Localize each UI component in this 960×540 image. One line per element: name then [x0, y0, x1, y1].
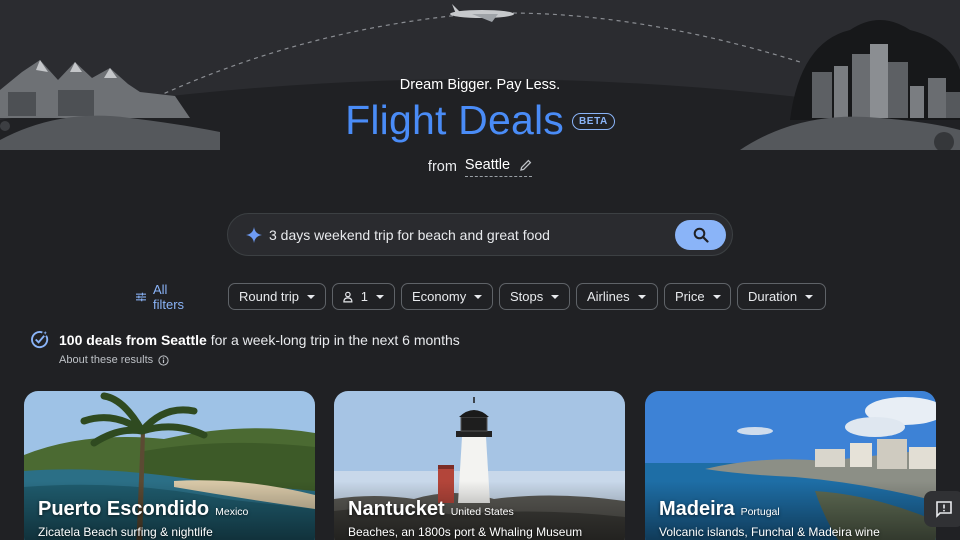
origin-city-label: Seattle: [464, 157, 511, 173]
beta-badge: BETA: [571, 112, 615, 130]
trip-type-label: Round trip: [239, 289, 299, 304]
passengers-count: 1: [360, 289, 368, 304]
sparkle-icon: [246, 226, 262, 243]
trip-type-dropdown[interactable]: Round trip: [228, 283, 326, 310]
tagline: Dream Bigger. Pay Less.: [399, 77, 561, 93]
tune-filter-icon: [136, 292, 146, 301]
price-dropdown[interactable]: Price: [664, 283, 731, 310]
destination-title: Puerto Escondido Mexico: [38, 498, 248, 521]
price-label: Price: [675, 289, 705, 304]
cabin-class-dropdown[interactable]: Economy: [401, 283, 493, 310]
destination-description: Zicatela Beach surfing & nightlife: [38, 525, 213, 539]
destination-card[interactable]: Nantucket United States Beaches, an 1800…: [334, 391, 625, 540]
stops-label: Stops: [510, 289, 544, 304]
results-headline: 100 deals from Seattle for a week-long t…: [30, 330, 460, 349]
info-icon: [158, 354, 169, 366]
about-results-label: About these results: [59, 354, 154, 366]
chevron-down-icon: [805, 294, 814, 299]
chevron-down-icon: [306, 294, 315, 299]
chevron-down-icon: [637, 294, 646, 299]
destination-description: Beaches, an 1800s port & Whaling Museum: [348, 525, 583, 539]
destination-city: Madeira: [659, 498, 735, 520]
airlines-label: Airlines: [587, 289, 630, 304]
destination-title: Nantucket United States: [348, 498, 514, 521]
passengers-dropdown[interactable]: 1: [332, 283, 395, 310]
duration-label: Duration: [748, 289, 798, 304]
destination-card[interactable]: Madeira Portugal Volcanic islands, Funch…: [645, 391, 936, 540]
feedback-button[interactable]: [924, 491, 960, 527]
duration-dropdown[interactable]: Duration: [737, 283, 826, 310]
search-icon: [693, 227, 709, 243]
search-bar[interactable]: [227, 213, 733, 256]
chevron-down-icon: [551, 294, 560, 299]
page-title: Flight Deals: [345, 97, 564, 143]
page-title-row: Flight Deals BETA: [0, 96, 960, 144]
origin-city-button[interactable]: Seattle: [464, 157, 533, 177]
verified-check-icon: [31, 330, 49, 349]
about-results-link[interactable]: About these results: [59, 354, 169, 366]
stops-dropdown[interactable]: Stops: [499, 283, 570, 310]
person-icon: [343, 291, 353, 302]
airlines-dropdown[interactable]: Airlines: [576, 283, 658, 310]
chevron-down-icon: [474, 294, 483, 299]
edit-pencil-icon: [520, 159, 532, 171]
destination-card[interactable]: Puerto Escondido Mexico Zicatela Beach s…: [24, 391, 315, 540]
all-filters-label: All filters: [153, 281, 185, 312]
destination-city: Puerto Escondido: [38, 498, 210, 520]
results-count: 100 deals from Seattle: [59, 331, 207, 348]
destination-description: Volcanic islands, Funchal & Madeira wine: [659, 525, 880, 539]
feedback-icon: [936, 501, 952, 518]
from-label: from: [427, 159, 457, 175]
destination-city: Nantucket: [348, 498, 445, 520]
results-summary: 100 deals from Seattle for a week-long t…: [30, 330, 460, 366]
chevron-down-icon: [712, 294, 721, 299]
origin-selector: from Seattle: [0, 157, 960, 177]
search-input[interactable]: [269, 226, 669, 243]
destination-country: Portugal: [740, 506, 780, 518]
search-button[interactable]: [675, 220, 726, 250]
destination-title: Madeira Portugal: [659, 498, 780, 521]
results-description: for a week-long trip in the next 6 month…: [210, 331, 460, 348]
all-filters-button[interactable]: All filters: [136, 281, 188, 312]
cabin-class-label: Economy: [412, 289, 467, 304]
destination-country: Mexico: [215, 506, 249, 518]
destination-country: United States: [450, 506, 514, 518]
chevron-down-icon: [376, 294, 384, 299]
